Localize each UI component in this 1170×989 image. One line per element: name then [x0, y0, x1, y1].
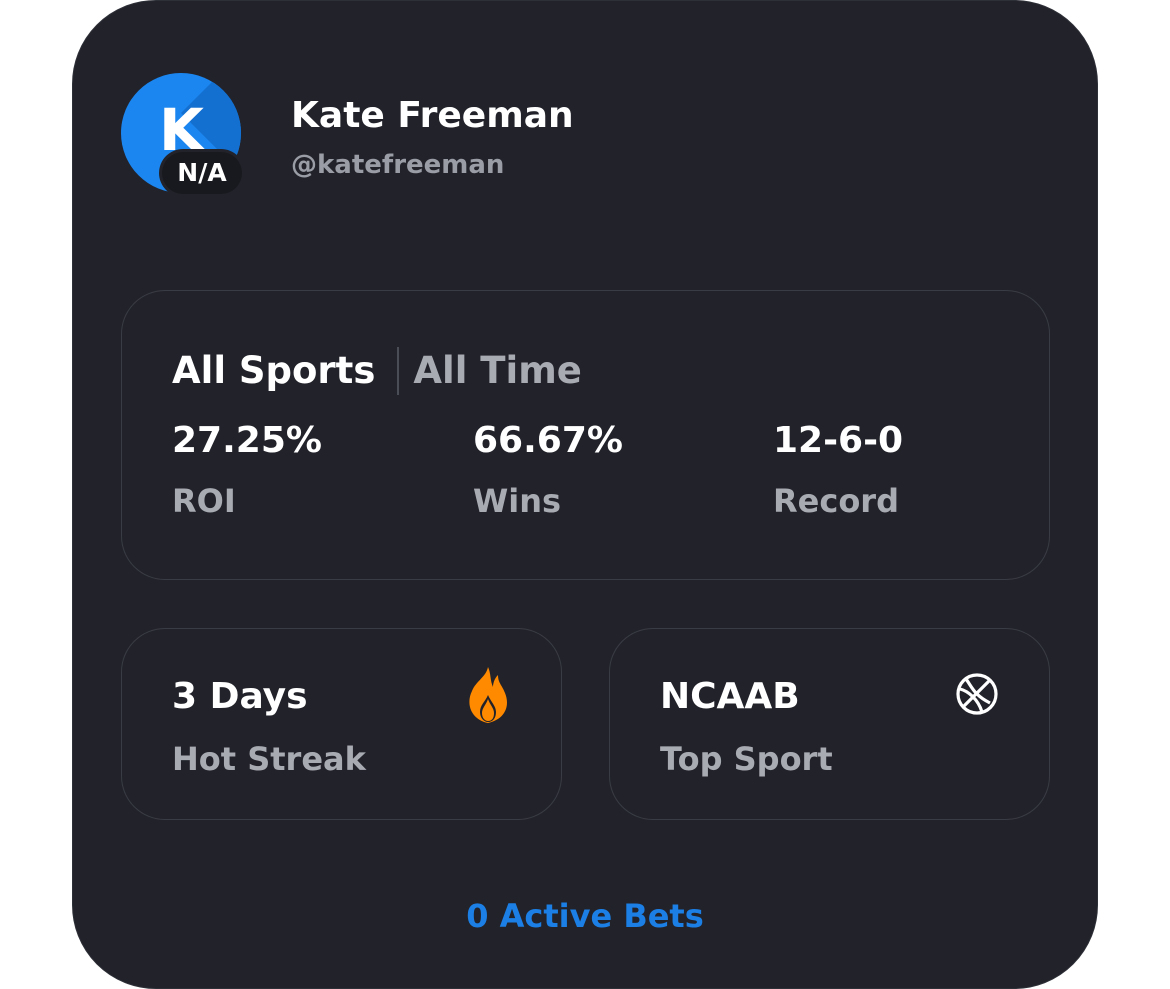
avatar-badge: N/A: [159, 149, 245, 197]
user-name: Kate Freeman: [291, 95, 574, 136]
top-sport-panel: NCAAB Top Sport: [609, 628, 1050, 820]
profile-card: K N/A Kate Freeman @katefreeman All Spor…: [72, 0, 1098, 989]
avatar-badge-label: N/A: [162, 152, 242, 194]
time-filter[interactable]: All Time: [413, 343, 581, 399]
top-sport-value: NCAAB: [660, 676, 800, 717]
active-bets-link[interactable]: 0 Active Bets: [73, 891, 1097, 941]
filter-divider: [397, 347, 400, 395]
sport-filter[interactable]: All Sports: [172, 343, 375, 399]
stat-wins: 66.67% Wins: [473, 415, 733, 523]
stat-record: 12-6-0 Record: [773, 415, 1033, 523]
stat-value: 27.25%: [172, 420, 322, 461]
top-sport-label: Top Sport: [660, 740, 833, 778]
user-handle: @katefreeman: [291, 150, 505, 180]
stat-roi: 27.25% ROI: [172, 415, 432, 523]
basketball-icon: [956, 673, 998, 715]
stat-label: ROI: [172, 482, 236, 520]
stat-label: Record: [773, 482, 899, 520]
stat-label: Wins: [473, 482, 562, 520]
streak-label: Hot Streak: [172, 740, 366, 778]
hot-streak-panel: 3 Days Hot Streak: [121, 628, 562, 820]
stats-filter-row: All Sports All Time: [172, 343, 582, 399]
avatar[interactable]: K N/A: [121, 73, 245, 197]
stat-value: 12-6-0: [773, 420, 904, 461]
fire-icon: [469, 667, 507, 723]
stats-panel: All Sports All Time 27.25% ROI 66.67% Wi…: [121, 290, 1050, 580]
streak-value: 3 Days: [172, 676, 308, 717]
stat-value: 66.67%: [473, 420, 623, 461]
